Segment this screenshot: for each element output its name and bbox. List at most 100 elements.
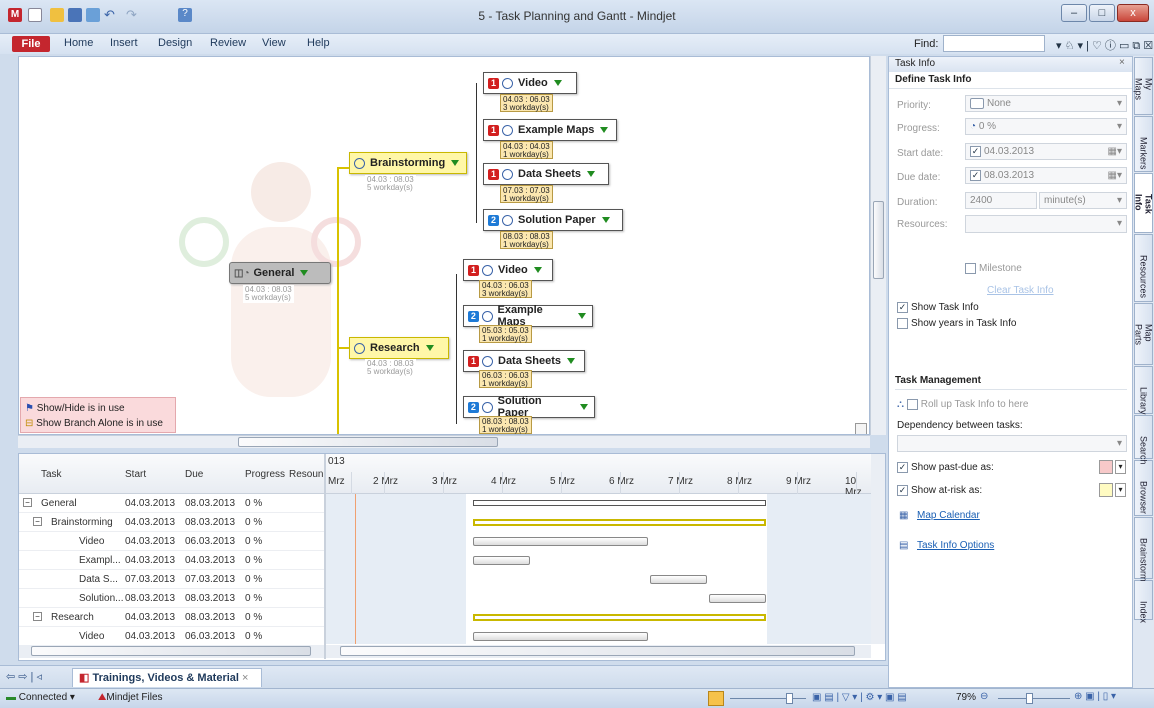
topic-brainstorming[interactable]: Brainstorming — [349, 152, 467, 174]
table-row[interactable]: − Brainstorming 04.03.2013 08.03.2013 0 % — [19, 513, 324, 532]
close-icon[interactable]: × — [1119, 57, 1125, 68]
zoom-slider-thumb[interactable] — [1026, 693, 1033, 704]
side-tab-my-maps[interactable]: My Maps — [1134, 57, 1154, 115]
collapse-toggle-icon[interactable]: − — [33, 612, 42, 621]
clear-task-info-link[interactable]: Clear Task Info — [987, 285, 1054, 296]
side-tab-index[interactable]: Index — [1134, 580, 1153, 623]
at-risk-checkbox[interactable]: ✓ Show at-risk as: — [897, 485, 982, 496]
dependency-select[interactable]: ▾ — [897, 435, 1127, 452]
past-due-color-swatch[interactable] — [1099, 460, 1113, 474]
central-topic[interactable]: ◫◔ General — [229, 262, 331, 284]
tab-nav-icons[interactable]: ⇦ ⇨ | ◃ — [6, 670, 42, 683]
map-horizontal-scrollbar[interactable] — [18, 435, 870, 448]
slider-thumb[interactable] — [786, 693, 793, 704]
zoom-in-icon[interactable]: ⊕ ▣ | ▯ ▾ — [1074, 691, 1116, 702]
show-task-info-checkbox[interactable]: ✓ Show Task Info — [897, 302, 979, 313]
map-canvas[interactable]: ◫◔ General 04.03 : 08.03 5 workday(s) Bra… — [18, 56, 870, 435]
scroll-thumb[interactable] — [238, 437, 498, 447]
timeline-day: 7 Mrz — [668, 476, 693, 487]
gantt-bar[interactable] — [473, 556, 530, 565]
subtopic-solution-paper[interactable]: 2 Solution Paper — [463, 395, 595, 419]
view-icons[interactable]: ▣ ▤ | ▽ ▾ | ⚙ ▾ ▣ ▤ — [812, 692, 907, 703]
cell-start: 04.03.2013 — [125, 536, 176, 547]
menu-home[interactable]: Home — [64, 37, 93, 49]
mindjet-files-button[interactable]: ⛰Mindjet Files — [98, 692, 163, 703]
menu-review[interactable]: Review — [210, 37, 246, 49]
map-vertical-scrollbar[interactable] — [870, 56, 886, 435]
side-tab-markers[interactable]: Markers — [1134, 116, 1153, 172]
zoom-slider[interactable] — [998, 698, 1070, 699]
subtopic-example-maps[interactable]: 1 Example Maps — [483, 119, 617, 141]
slider-track[interactable] — [730, 698, 806, 699]
menu-view[interactable]: View — [262, 37, 286, 49]
gantt-bar[interactable] — [650, 575, 707, 584]
timeline-year: 013 — [328, 456, 345, 467]
map-calendar-link[interactable]: Map Calendar — [917, 510, 980, 521]
chevron-down-icon[interactable]: ▾ — [1115, 460, 1126, 474]
start-date-field[interactable]: ✓ 04.03.2013 ▦▾ — [965, 143, 1127, 160]
table-row[interactable]: Data S... 07.03.2013 07.03.2013 0 % — [19, 570, 324, 589]
due-date-field[interactable]: ✓ 08.03.2013 ▦▾ — [965, 167, 1127, 184]
task-info-options-link[interactable]: Task Info Options — [917, 540, 994, 551]
find-input[interactable] — [943, 35, 1045, 52]
side-tab-task-info[interactable]: Task Info — [1134, 173, 1154, 233]
maximize-button[interactable]: □ — [1089, 4, 1115, 22]
collapse-toggle-icon[interactable]: − — [33, 517, 42, 526]
file-menu[interactable]: File — [12, 36, 50, 52]
gantt-vertical-scrollbar[interactable] — [871, 454, 885, 644]
gantt-bar[interactable] — [473, 500, 766, 506]
cell-due: 06.03.2013 — [185, 631, 236, 642]
topic-research[interactable]: Research — [349, 337, 449, 359]
side-tab-brainstorm[interactable]: Brainstorm — [1134, 517, 1153, 582]
milestone-checkbox[interactable]: Milestone — [965, 263, 1022, 274]
side-tab-resources[interactable]: Resources — [1134, 234, 1153, 302]
subtopic-solution-paper[interactable]: 2 Solution Paper — [483, 209, 623, 231]
resources-field[interactable]: ▾ — [965, 215, 1127, 233]
show-years-checkbox[interactable]: Show years in Task Info — [897, 318, 1016, 329]
document-tab[interactable]: ◧ Trainings, Videos & Material × — [72, 668, 262, 687]
side-tab-library[interactable]: Library — [1134, 366, 1153, 415]
gantt-bar[interactable] — [473, 632, 648, 641]
past-due-checkbox[interactable]: ✓ Show past-due as: — [897, 462, 994, 473]
subtopic-example-maps[interactable]: 2 Example Maps — [463, 304, 593, 328]
table-row[interactable]: − General 04.03.2013 08.03.2013 0 % — [19, 494, 324, 513]
menu-insert[interactable]: Insert — [110, 37, 138, 49]
subtopic-video[interactable]: 1 Video — [483, 72, 577, 94]
close-button[interactable]: x — [1117, 4, 1149, 22]
zoom-out-icon[interactable]: ⊖ — [980, 691, 988, 702]
chevron-down-icon[interactable]: ▾ — [1115, 483, 1126, 497]
at-risk-color-swatch[interactable] — [1099, 483, 1113, 497]
filter-icon[interactable] — [708, 691, 724, 706]
gantt-bar[interactable] — [473, 614, 766, 621]
subtopic-data-sheets[interactable]: 1 Data Sheets — [463, 350, 585, 372]
table-row[interactable]: − Research 04.03.2013 08.03.2013 0 % — [19, 608, 324, 627]
table-row[interactable]: Video 04.03.2013 06.03.2013 0 % — [19, 627, 324, 644]
subtopic-data-sheets[interactable]: 1 Data Sheets — [483, 163, 609, 185]
gantt-bar[interactable] — [473, 537, 648, 546]
gantt-bar[interactable] — [473, 519, 766, 526]
gantt-bar[interactable] — [709, 594, 766, 603]
menu-design[interactable]: Design — [158, 37, 192, 49]
table-row[interactable]: Exampl... 04.03.2013 04.03.2013 0 % — [19, 551, 324, 570]
subtopic-video[interactable]: 1 Video — [463, 259, 553, 281]
day-divider — [443, 472, 444, 494]
duration-unit-select[interactable]: minute(s) ▾ — [1039, 192, 1127, 209]
table-horizontal-scrollbar[interactable] — [19, 645, 324, 658]
table-row[interactable]: Solution... 08.03.2013 08.03.2013 0 % — [19, 589, 324, 608]
minimize-button[interactable]: – — [1061, 4, 1087, 22]
duration-input[interactable]: 2400 — [965, 192, 1037, 209]
scroll-thumb[interactable] — [873, 201, 884, 279]
connection-status[interactable]: ▬ Connected ▾ — [6, 692, 75, 703]
rollup-checkbox[interactable]: ⛬ Roll up Task Info to here — [897, 399, 1028, 410]
progress-select[interactable]: ◔ 0 % ▾ — [965, 118, 1127, 135]
table-row[interactable]: Video 04.03.2013 06.03.2013 0 % — [19, 532, 324, 551]
overview-icon[interactable] — [855, 423, 867, 434]
side-tab-browser[interactable]: Browser — [1134, 460, 1153, 516]
side-tab-map-parts[interactable]: Map Parts — [1134, 303, 1154, 365]
menu-help[interactable]: Help — [307, 37, 330, 49]
find-options-icon[interactable]: ▾ ♘ ▾ | ♡ ⓘ ▭ ⧉ ☒ — [1056, 37, 1153, 53]
priority-select[interactable]: None ▾ — [965, 95, 1127, 112]
timeline-horizontal-scrollbar[interactable] — [326, 645, 871, 658]
collapse-toggle-icon[interactable]: − — [23, 498, 32, 507]
side-tab-search[interactable]: Search — [1134, 415, 1153, 465]
